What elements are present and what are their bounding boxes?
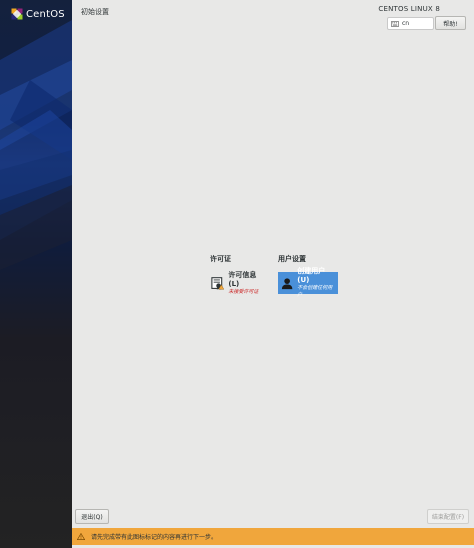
- warning-message: 请先完成带有此图标标记的内容再进行下一步。: [91, 534, 218, 541]
- spoke-license-status: 未接受许可证: [228, 288, 259, 295]
- spoke-license-name: 许可信息(L): [228, 270, 257, 288]
- spoke-create-user-name: 创建用户(U): [297, 267, 326, 284]
- spoke-create-user[interactable]: 创建用户(U) 不会创建任何用户: [278, 267, 338, 298]
- license-icon: [211, 276, 225, 290]
- centos-logo: CentOS: [11, 8, 65, 20]
- sidebar: CentOS: [0, 0, 72, 548]
- user-icon: [281, 277, 293, 289]
- warning-icon: [77, 533, 85, 540]
- finish-configuration-button[interactable]: 结束配置(F): [427, 509, 469, 524]
- spoke-license-info[interactable]: 许可信息(L) 未接受许可证: [208, 270, 266, 295]
- help-button[interactable]: 帮助!: [435, 16, 466, 30]
- product-name: CENTOS LINUX 8: [378, 5, 440, 13]
- centos-logo-icon: [11, 8, 23, 20]
- sidebar-background: [0, 20, 72, 270]
- logo-text: CentOS: [26, 8, 65, 20]
- warning-bar: 请先完成带有此图标标记的内容再进行下一步。: [72, 528, 474, 545]
- category-title-license: 许可证: [210, 255, 231, 263]
- page-title: 初始设置: [81, 8, 109, 16]
- keyboard-icon: [391, 20, 399, 27]
- quit-button[interactable]: 退出(Q): [75, 509, 109, 524]
- keyboard-layout-label: cn: [402, 20, 410, 27]
- keyboard-layout-indicator[interactable]: cn: [387, 17, 434, 30]
- spoke-create-user-status: 不会创建任何用户: [297, 285, 333, 298]
- category-title-user-settings: 用户设置: [278, 255, 306, 263]
